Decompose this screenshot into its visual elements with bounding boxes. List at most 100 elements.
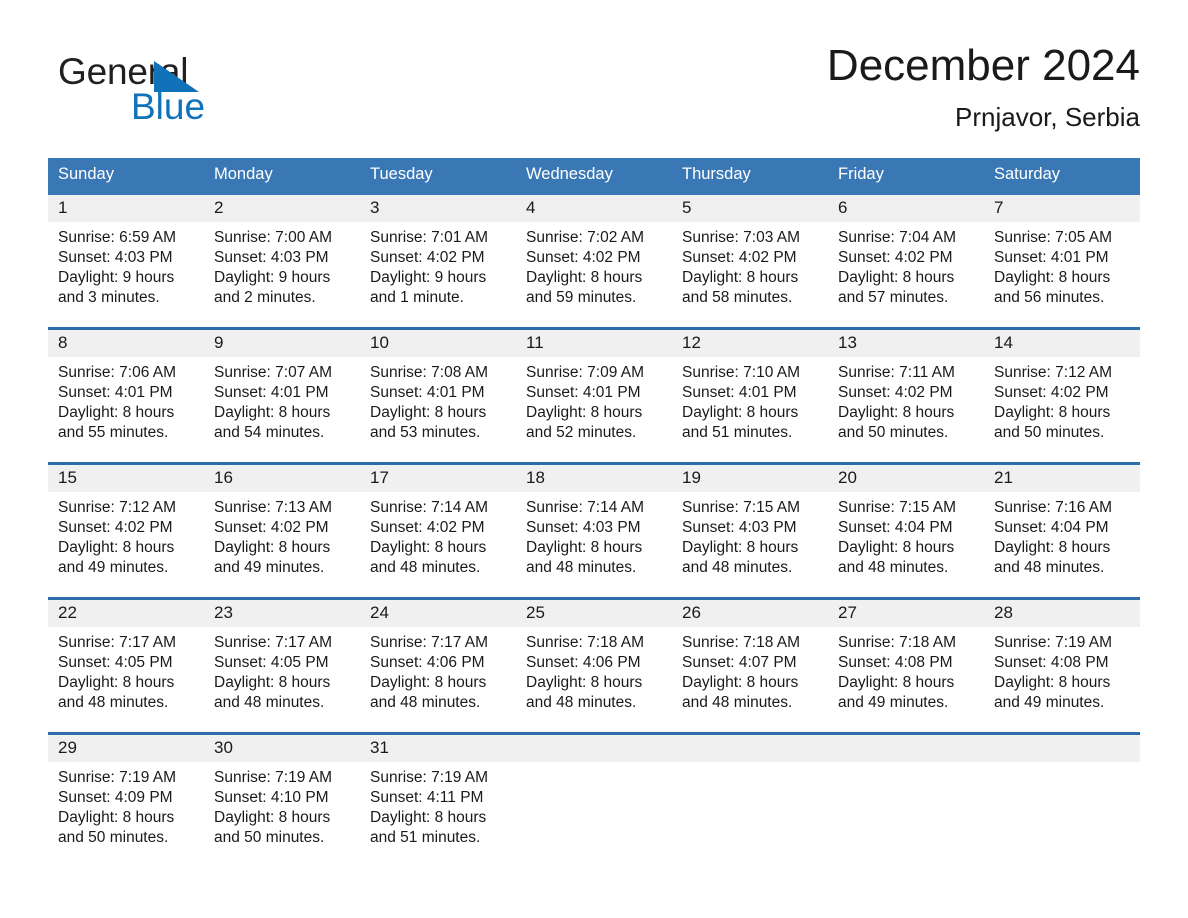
day-detail-cell[interactable]: Sunrise: 7:17 AM Sunset: 4:06 PM Daylight:…: [360, 627, 516, 732]
day-daylight1-text: Daylight: 8 hours: [370, 809, 487, 826]
day-detail-cell[interactable]: Sunrise: 7:11 AM Sunset: 4:02 PM Daylight:…: [828, 357, 984, 462]
day-number-cell[interactable]: 18: [516, 465, 672, 492]
day-number-cell[interactable]: 9: [204, 330, 360, 357]
day-detail-cell[interactable]: Sunrise: 7:19 AM Sunset: 4:11 PM Daylight:…: [360, 762, 516, 867]
day-detail-cell[interactable]: Sunrise: 7:16 AM Sunset: 4:04 PM Daylight:…: [984, 492, 1140, 597]
location-subtitle: Prnjavor, Serbia: [955, 102, 1140, 132]
day-detail-cell[interactable]: Sunrise: 7:18 AM Sunset: 4:08 PM Daylight:…: [828, 627, 984, 732]
day-number-cell[interactable]: 2: [204, 195, 360, 222]
day-detail-cell[interactable]: Sunrise: 7:10 AM Sunset: 4:01 PM Daylight:…: [672, 357, 828, 462]
day-detail-cell[interactable]: Sunrise: 7:00 AM Sunset: 4:03 PM Daylight:…: [204, 222, 360, 327]
day-number-cell[interactable]: 31: [360, 735, 516, 762]
day-detail-cell[interactable]: Sunrise: 7:02 AM Sunset: 4:02 PM Daylight:…: [516, 222, 672, 327]
general-blue-logo: General Blue: [58, 52, 258, 130]
day-detail-cell: [828, 762, 984, 867]
day-number-cell[interactable]: 11: [516, 330, 672, 357]
day-sunset-text: Sunset: 4:01 PM: [214, 384, 329, 401]
day-number-cell[interactable]: 6: [828, 195, 984, 222]
day-number-cell[interactable]: 30: [204, 735, 360, 762]
day-number-cell[interactable]: 8: [48, 330, 204, 357]
day-number-cell[interactable]: 22: [48, 600, 204, 627]
day-number-cell[interactable]: 4: [516, 195, 672, 222]
day-daylight2-text: and 48 minutes.: [994, 559, 1105, 576]
day-detail-cell[interactable]: Sunrise: 7:13 AM Sunset: 4:02 PM Daylight:…: [204, 492, 360, 597]
day-daylight1-text: Daylight: 8 hours: [58, 539, 175, 556]
day-daylight1-text: Daylight: 8 hours: [58, 809, 175, 826]
day-detail-cell[interactable]: Sunrise: 7:14 AM Sunset: 4:03 PM Daylight:…: [516, 492, 672, 597]
day-number-cell[interactable]: 12: [672, 330, 828, 357]
day-daylight2-text: and 50 minutes.: [58, 829, 169, 846]
day-detail-cell[interactable]: Sunrise: 7:08 AM Sunset: 4:01 PM Daylight:…: [360, 357, 516, 462]
day-number-cell[interactable]: 20: [828, 465, 984, 492]
day-number-cell[interactable]: 14: [984, 330, 1140, 357]
day-sunrise-text: Sunrise: 7:12 AM: [58, 499, 177, 516]
day-detail-cell[interactable]: Sunrise: 7:18 AM Sunset: 4:06 PM Daylight:…: [516, 627, 672, 732]
day-daylight2-text: and 49 minutes.: [58, 559, 169, 576]
day-detail-cell[interactable]: Sunrise: 7:17 AM Sunset: 4:05 PM Daylight:…: [48, 627, 204, 732]
day-daylight2-text: and 52 minutes.: [526, 424, 637, 441]
day-detail-cell[interactable]: Sunrise: 7:15 AM Sunset: 4:03 PM Daylight:…: [672, 492, 828, 597]
day-number-cell[interactable]: 29: [48, 735, 204, 762]
day-number-cell[interactable]: 16: [204, 465, 360, 492]
day-sunrise-text: Sunrise: 7:18 AM: [526, 634, 645, 651]
day-sunrise-text: Sunrise: 7:18 AM: [682, 634, 801, 651]
day-sunrise-text: Sunrise: 7:09 AM: [526, 364, 645, 381]
day-detail-cell[interactable]: Sunrise: 7:12 AM Sunset: 4:02 PM Daylight:…: [48, 492, 204, 597]
day-header-thursday: Thursday: [672, 158, 828, 192]
day-number-cell: [984, 735, 1140, 762]
day-detail-cell[interactable]: Sunrise: 7:06 AM Sunset: 4:01 PM Daylight:…: [48, 357, 204, 462]
day-sunset-text: Sunset: 4:02 PM: [214, 519, 329, 536]
day-number-cell[interactable]: 7: [984, 195, 1140, 222]
day-number-cell[interactable]: 21: [984, 465, 1140, 492]
day-number-cell[interactable]: 28: [984, 600, 1140, 627]
day-number-cell[interactable]: 23: [204, 600, 360, 627]
day-daylight2-text: and 56 minutes.: [994, 289, 1105, 306]
day-number-cell[interactable]: 27: [828, 600, 984, 627]
day-number-cell[interactable]: 17: [360, 465, 516, 492]
day-detail-cell[interactable]: Sunrise: 7:17 AM Sunset: 4:05 PM Daylight:…: [204, 627, 360, 732]
day-number-cell[interactable]: 3: [360, 195, 516, 222]
day-number-cell[interactable]: 13: [828, 330, 984, 357]
day-number-cell[interactable]: 5: [672, 195, 828, 222]
day-daylight2-text: and 48 minutes.: [526, 694, 637, 711]
day-detail-cell[interactable]: Sunrise: 7:01 AM Sunset: 4:02 PM Daylight:…: [360, 222, 516, 327]
day-sunrise-text: Sunrise: 7:14 AM: [526, 499, 645, 516]
day-detail-cell[interactable]: Sunrise: 7:03 AM Sunset: 4:02 PM Daylight:…: [672, 222, 828, 327]
day-sunrise-text: Sunrise: 6:59 AM: [58, 229, 177, 246]
day-number-cell[interactable]: 25: [516, 600, 672, 627]
day-detail-cell[interactable]: Sunrise: 7:07 AM Sunset: 4:01 PM Daylight:…: [204, 357, 360, 462]
day-sunrise-text: Sunrise: 7:15 AM: [838, 499, 957, 516]
day-detail-cell[interactable]: Sunrise: 7:12 AM Sunset: 4:02 PM Daylight:…: [984, 357, 1140, 462]
day-sunset-text: Sunset: 4:02 PM: [370, 519, 485, 536]
day-number-cell: [672, 735, 828, 762]
day-detail-cell[interactable]: Sunrise: 7:05 AM Sunset: 4:01 PM Daylight:…: [984, 222, 1140, 327]
day-detail-cell[interactable]: Sunrise: 7:18 AM Sunset: 4:07 PM Daylight:…: [672, 627, 828, 732]
day-number-cell[interactable]: 26: [672, 600, 828, 627]
day-sunset-text: Sunset: 4:08 PM: [994, 654, 1109, 671]
day-sunrise-text: Sunrise: 7:12 AM: [994, 364, 1113, 381]
day-detail-cell[interactable]: Sunrise: 7:14 AM Sunset: 4:02 PM Daylight:…: [360, 492, 516, 597]
day-sunset-text: Sunset: 4:06 PM: [526, 654, 641, 671]
day-detail-cell[interactable]: Sunrise: 7:19 AM Sunset: 4:08 PM Daylight:…: [984, 627, 1140, 732]
day-sunrise-text: Sunrise: 7:02 AM: [526, 229, 645, 246]
day-sunset-text: Sunset: 4:11 PM: [370, 789, 484, 806]
day-sunset-text: Sunset: 4:01 PM: [58, 384, 173, 401]
day-detail-cell[interactable]: Sunrise: 6:59 AM Sunset: 4:03 PM Daylight:…: [48, 222, 204, 327]
day-sunset-text: Sunset: 4:08 PM: [838, 654, 953, 671]
day-detail-cell[interactable]: Sunrise: 7:19 AM Sunset: 4:10 PM Daylight:…: [204, 762, 360, 867]
day-number-cell[interactable]: 1: [48, 195, 204, 222]
day-daylight2-text: and 58 minutes.: [682, 289, 793, 306]
day-detail-row: Sunrise: 6:59 AM Sunset: 4:03 PM Daylight:…: [48, 222, 1140, 327]
day-sunrise-text: Sunrise: 7:19 AM: [994, 634, 1113, 651]
day-daylight1-text: Daylight: 8 hours: [682, 404, 799, 421]
day-number-cell[interactable]: 10: [360, 330, 516, 357]
day-daylight1-text: Daylight: 8 hours: [682, 674, 799, 691]
day-detail-cell[interactable]: Sunrise: 7:15 AM Sunset: 4:04 PM Daylight:…: [828, 492, 984, 597]
day-detail-cell[interactable]: Sunrise: 7:19 AM Sunset: 4:09 PM Daylight:…: [48, 762, 204, 867]
day-daylight1-text: Daylight: 8 hours: [994, 674, 1111, 691]
day-number-cell[interactable]: 19: [672, 465, 828, 492]
day-number-cell[interactable]: 24: [360, 600, 516, 627]
day-detail-cell[interactable]: Sunrise: 7:04 AM Sunset: 4:02 PM Daylight:…: [828, 222, 984, 327]
day-detail-cell[interactable]: Sunrise: 7:09 AM Sunset: 4:01 PM Daylight:…: [516, 357, 672, 462]
day-number-cell[interactable]: 15: [48, 465, 204, 492]
